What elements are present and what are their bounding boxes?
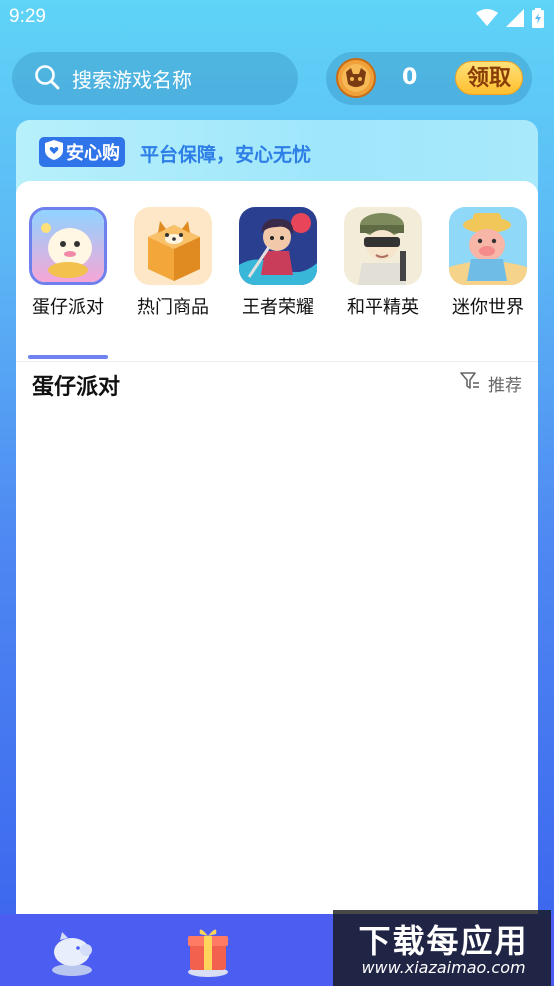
watermark-logo: 下载每应用 www.xiazaimao.com <box>333 910 551 986</box>
guarantee-slogan: 平台保障，安心无忧 <box>140 144 312 166</box>
search-input[interactable]: 搜索游戏名称 <box>12 52 298 105</box>
egg-party-game-icon <box>29 207 107 285</box>
tab-label-mini-world: 迷你世界 <box>452 297 524 318</box>
coin-icon <box>336 58 376 102</box>
tab-label-honor-of-kings: 王者荣耀 <box>242 297 314 318</box>
tab-peacekeeper-elite[interactable]: 和平精英 <box>333 207 433 319</box>
wifi-icon <box>476 9 498 31</box>
section-title: 蛋仔派对 <box>32 375 121 400</box>
tab-label-hot-products: 热门商品 <box>137 297 209 318</box>
coin-count: 0 <box>402 65 418 90</box>
signal-icon <box>506 9 524 31</box>
coin-balance: 0 领取 <box>326 52 532 105</box>
tab-label-peacekeeper-elite: 和平精英 <box>347 297 419 318</box>
search-icon <box>34 64 60 94</box>
peacekeeper-elite-game-icon <box>344 207 422 285</box>
honor-of-kings-game-icon <box>239 207 317 285</box>
search-placeholder: 搜索游戏名称 <box>72 68 192 92</box>
nav-gifts[interactable] <box>178 920 238 980</box>
sort-filter-button[interactable]: 推荐 <box>460 371 522 396</box>
tab-egg-party[interactable]: 蛋仔派对 <box>18 207 118 319</box>
piggy-bank-icon <box>42 932 102 984</box>
claim-button[interactable]: 领取 <box>455 61 523 95</box>
watermark-title: 下载每应用 <box>358 922 529 960</box>
tab-divider <box>16 361 538 362</box>
watermark-url: www.xiazaimao.com <box>361 958 526 977</box>
sort-label: 推荐 <box>488 376 522 396</box>
mini-world-game-icon <box>449 207 527 285</box>
nav-home[interactable] <box>42 920 102 980</box>
tab-label-egg-party: 蛋仔派对 <box>32 297 104 318</box>
gift-box-icon <box>178 929 238 984</box>
battery-icon <box>532 8 544 32</box>
status-bar: 9:29 <box>0 0 554 38</box>
selected-tab-indicator <box>28 355 108 359</box>
tab-hot-products[interactable]: 热门商品 <box>123 207 223 319</box>
tab-honor-of-kings[interactable]: 王者荣耀 <box>228 207 328 319</box>
filter-icon <box>460 372 480 395</box>
secure-purchase-label: 安心购 <box>66 143 120 164</box>
status-icons <box>476 8 544 32</box>
shield-heart-icon <box>45 140 63 164</box>
category-tabs: 蛋仔派对 热门商品 王者荣耀 和平精英 迷你世界 <box>16 207 538 362</box>
main-card: 蛋仔派对 热门商品 王者荣耀 和平精英 迷你世界 蛋仔派对 推荐 <box>16 181 538 921</box>
shiba-box-icon <box>134 207 212 285</box>
status-time: 9:29 <box>9 6 46 27</box>
tab-mini-world[interactable]: 迷你世界 <box>438 207 538 319</box>
secure-purchase-badge: 安心购 <box>39 137 125 167</box>
